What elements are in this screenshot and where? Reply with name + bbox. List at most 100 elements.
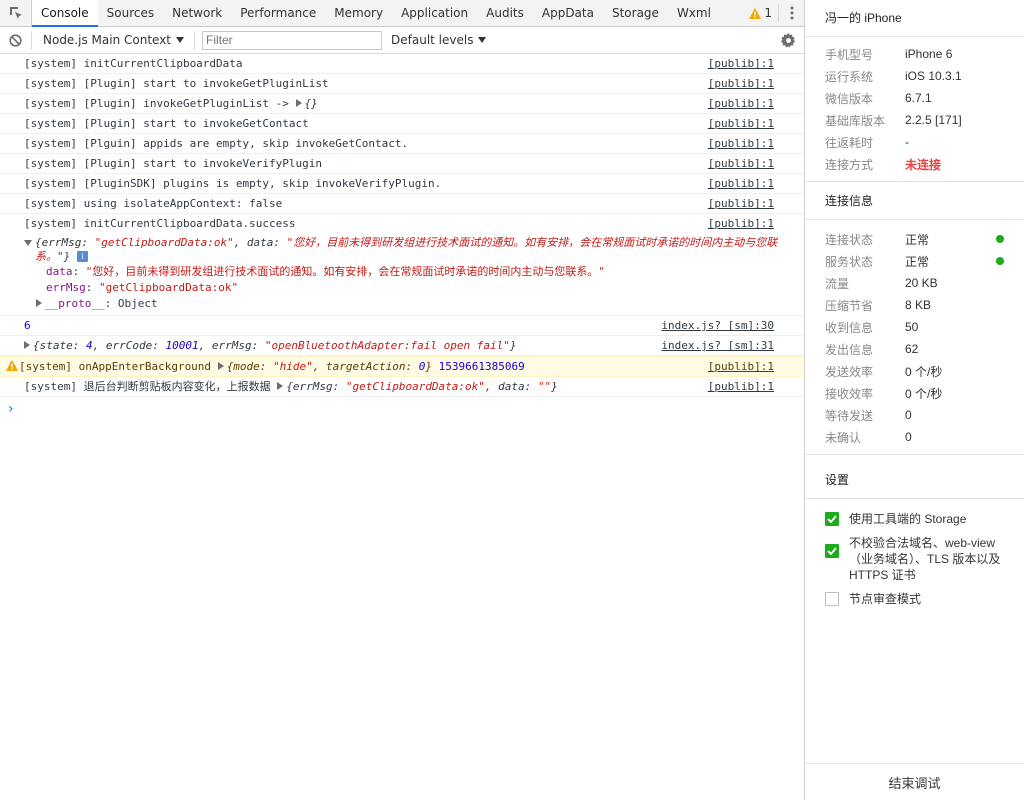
warning-icon	[749, 7, 762, 19]
tab-console[interactable]: Console	[32, 0, 98, 27]
device-info-row: 连接方式 未连接	[825, 157, 942, 172]
expand-arrow-icon[interactable]	[24, 341, 30, 349]
object-property: errMsg: "getClipboardData:ok"	[46, 281, 239, 294]
context-label: Node.js Main Context	[43, 33, 172, 47]
warning-counter[interactable]: 1	[743, 0, 778, 26]
source-link[interactable]: [publib]:1	[698, 157, 804, 170]
source-link[interactable]: [publib]:1	[698, 97, 804, 110]
source-link[interactable]: [publib]:1	[698, 360, 804, 373]
console-output: [system] initCurrentClipboardData [publib…	[0, 54, 804, 417]
device-info-row: 手机型号 iPhone 6	[825, 47, 953, 62]
clear-console-icon[interactable]	[0, 30, 32, 50]
warning-icon	[6, 360, 18, 371]
message-text: [system] [Plugin] start to invokeGetCont…	[24, 117, 309, 130]
filter-input[interactable]	[202, 30, 383, 50]
check-icon	[827, 547, 837, 555]
setting-node-inspect-mode[interactable]: 节点审查模式	[805, 591, 1024, 607]
object-summary[interactable]: {errMsg: "getClipboardData:ok", data: "您…	[24, 236, 804, 264]
message-text: [system] onAppEnterBackground	[19, 360, 218, 373]
console-message: [system] [Plugin] invokeGetPluginList ->…	[0, 94, 804, 114]
message-text: [system] [Plugin] start to invokeGetPlug…	[24, 77, 329, 90]
console-message: [system] [Plguin] appids are empty, skip…	[0, 134, 804, 154]
message-text: [system] using isolateAppContext: false	[24, 197, 283, 210]
connection-info-row: 接收效率 0 个/秒	[825, 386, 943, 401]
warning-count: 1	[764, 6, 772, 20]
connection-info-row: 等待发送 0	[825, 408, 912, 423]
connection-info: 连接状态 正常 服务状态 正常 流量 20 KB 压缩节省 8 KB 收到信息 50 发出…	[805, 220, 1024, 455]
tab-network[interactable]: Network	[163, 0, 231, 26]
checkbox-unchecked[interactable]	[825, 592, 839, 606]
log-levels-selector[interactable]: Default levels	[391, 33, 489, 47]
dropdown-arrow-icon	[176, 37, 185, 43]
source-link[interactable]: [publib]:1	[698, 137, 804, 150]
tab-wxml[interactable]: Wxml	[668, 0, 720, 26]
message-text: [system] 退后台判断剪贴板内容变化，上报数据	[24, 380, 278, 393]
devtools-tabbar: Console Sources Network Performance Memo…	[0, 0, 804, 27]
source-link[interactable]: [publib]:1	[698, 380, 804, 393]
checkbox-checked[interactable]	[825, 544, 839, 558]
setting-label: 使用工具端的 Storage	[849, 512, 967, 526]
connection-status-value: 未连接	[905, 157, 942, 172]
settings-list: 使用工具端的 Storage 不校验合法域名、web-view（业务域名）、TL…	[805, 499, 1024, 607]
tab-performance[interactable]: Performance	[231, 0, 325, 26]
console-message: [system] [PluginSDK] plugins is empty, s…	[0, 174, 804, 194]
console-warning: [system] onAppEnterBackground {mode: "hi…	[0, 356, 804, 377]
log-levels-label: Default levels	[391, 33, 474, 47]
more-menu-icon[interactable]	[778, 4, 804, 22]
source-link[interactable]: index.js? [sm]:31	[651, 339, 804, 352]
console-message: [system] using isolateAppContext: false […	[0, 194, 804, 214]
tab-audits[interactable]: Audits	[477, 0, 533, 26]
console-prompt[interactable]: ›	[0, 397, 804, 417]
source-link[interactable]: [publib]:1	[698, 57, 804, 70]
remote-debug-panel: 冯一的 iPhone 手机型号 iPhone 6 运行系统 iOS 10.3.1 微…	[805, 0, 1024, 800]
source-link[interactable]: index.js? [sm]:30	[651, 319, 804, 332]
device-info-row: 基础库版本 2.2.5 [171]	[825, 113, 962, 128]
tab-sources[interactable]: Sources	[98, 0, 163, 26]
checkbox-checked[interactable]	[825, 512, 839, 526]
object-proto[interactable]: __proto__: Object	[24, 296, 804, 312]
message-text: [system] initCurrentClipboardData	[24, 57, 243, 70]
message-text: [system] [Plugin] invokeGetPluginList ->	[24, 97, 296, 110]
connection-info-row: 收到信息 50	[825, 320, 919, 335]
source-link[interactable]: [publib]:1	[698, 77, 804, 90]
source-link[interactable]: [publib]:1	[698, 117, 804, 130]
connection-info-row: 未确认 0	[825, 430, 912, 445]
object-property: data: "您好，目前未得到研发组进行技术面试的通知。如有安排，会在常规面试时…	[46, 265, 605, 278]
status-ok-dot-icon	[996, 257, 1004, 265]
context-selector[interactable]: Node.js Main Context	[32, 30, 196, 50]
connection-info-row: 服务状态 正常	[805, 250, 1024, 272]
tab-memory[interactable]: Memory	[325, 0, 392, 26]
object-preview[interactable]: {}	[305, 97, 318, 110]
setting-use-tool-storage[interactable]: 使用工具端的 Storage	[805, 511, 1024, 527]
info-icon[interactable]: i	[76, 251, 88, 262]
console-message: [system] 退后台判断剪贴板内容变化，上报数据 {errMsg: "get…	[0, 377, 804, 397]
source-link[interactable]: [publib]:1	[698, 197, 804, 210]
collapse-arrow-icon[interactable]	[24, 240, 32, 246]
console-settings-gear-icon[interactable]	[772, 32, 804, 48]
settings-heading: 设置	[805, 461, 1024, 499]
check-icon	[827, 515, 837, 523]
message-number: 6	[24, 319, 31, 332]
end-debug-button[interactable]: 结束调试	[805, 763, 1024, 800]
message-text: [system] [Plugin] start to invokeVerifyP…	[24, 157, 323, 170]
expand-arrow-icon[interactable]	[217, 362, 224, 370]
expanded-object: {errMsg: "getClipboardData:ok", data: "您…	[0, 233, 804, 316]
tab-storage[interactable]: Storage	[603, 0, 668, 26]
message-text: [system] initCurrentClipboardData.succes…	[24, 217, 296, 230]
connection-info-row: 发送效率 0 个/秒	[825, 364, 943, 379]
console-toolbar: Node.js Main Context Default levels	[0, 27, 804, 54]
tab-application[interactable]: Application	[392, 0, 477, 26]
source-link[interactable]: [publib]:1	[698, 217, 804, 230]
setting-label: 不校验合法域名、web-view（业务域名）、TLS 版本以及 HTTPS 证书	[849, 536, 1001, 582]
tab-appdata[interactable]: AppData	[533, 0, 603, 26]
inspect-element-icon[interactable]	[0, 0, 32, 26]
console-message: [system] initCurrentClipboardData [publib…	[0, 54, 804, 74]
console-message: [system] [Plugin] start to invokeGetCont…	[0, 114, 804, 134]
source-link[interactable]: [publib]:1	[698, 177, 804, 190]
expand-arrow-icon[interactable]	[277, 382, 284, 390]
expand-arrow-icon[interactable]	[36, 299, 42, 307]
connection-info-row: 流量 20 KB	[825, 276, 938, 291]
expand-arrow-icon[interactable]	[295, 99, 302, 107]
console-message: 6 index.js? [sm]:30	[0, 316, 804, 336]
setting-skip-domain-check[interactable]: 不校验合法域名、web-view（业务域名）、TLS 版本以及 HTTPS 证书	[805, 535, 1024, 583]
